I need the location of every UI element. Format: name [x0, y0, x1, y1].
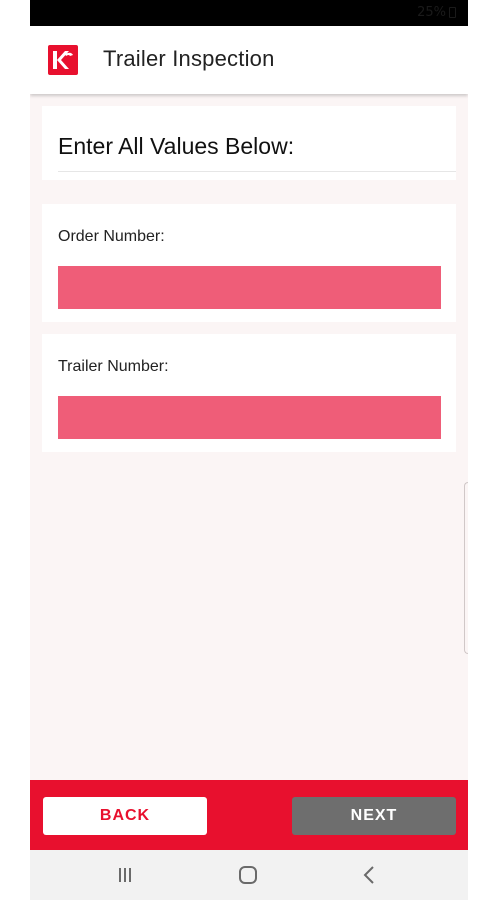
battery-percent: 25%	[417, 5, 446, 20]
action-bar: BACK NEXT	[30, 780, 468, 850]
home-icon[interactable]	[235, 863, 261, 887]
trailer-number-label: Trailer Number:	[58, 358, 169, 375]
battery-icon	[449, 7, 456, 18]
instructions-heading: Enter All Values Below:	[58, 133, 295, 159]
next-button[interactable]: NEXT	[292, 797, 456, 835]
order-number-label: Order Number:	[58, 228, 165, 245]
scrollbar[interactable]	[464, 482, 468, 654]
app-screen: 25% Trailer Inspection Enter All Values …	[30, 0, 468, 900]
instructions-card: Enter All Values Below:	[42, 106, 456, 180]
back-icon[interactable]	[357, 863, 383, 887]
kf-logo-icon	[48, 45, 78, 75]
back-button[interactable]: BACK	[43, 797, 207, 835]
trailer-number-input[interactable]	[58, 396, 441, 439]
page-title: Trailer Inspection	[103, 46, 275, 71]
app-bar: Trailer Inspection	[30, 26, 468, 94]
order-number-card: Order Number:	[42, 204, 456, 322]
trailer-number-card: Trailer Number:	[42, 334, 456, 452]
divider	[58, 171, 456, 172]
status-bar: 25%	[30, 0, 468, 26]
recent-apps-icon[interactable]	[112, 863, 138, 887]
system-nav-bar	[30, 850, 468, 900]
order-number-input[interactable]	[58, 266, 441, 309]
